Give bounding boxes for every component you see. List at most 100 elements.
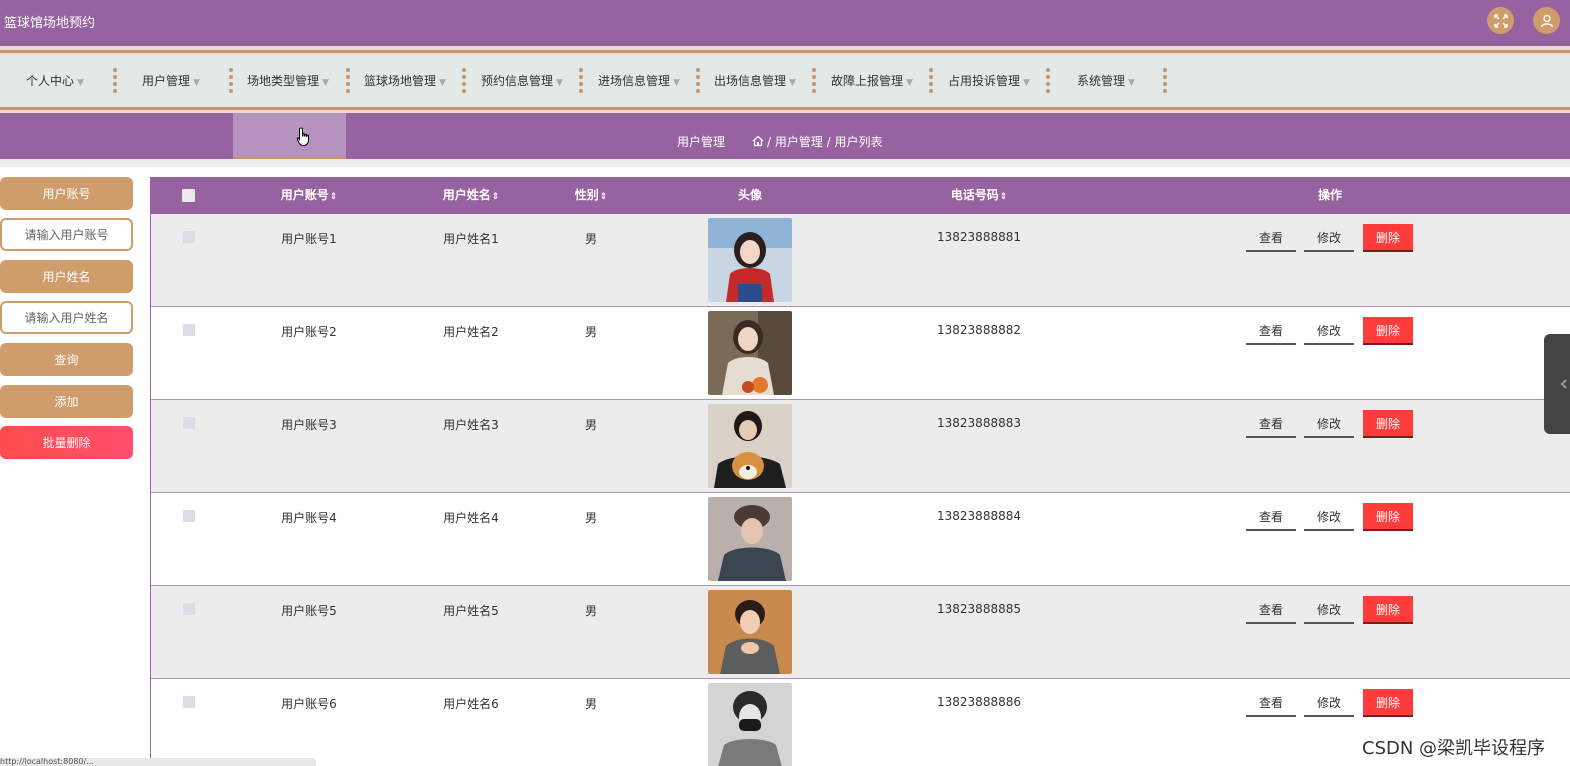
chevron-down-icon: ▼ <box>1128 78 1135 88</box>
table-row: 用户账号2 用户姓名2 男 13823888882 查看 修改 删除 <box>151 307 1570 400</box>
cell-account: 用户账号5 <box>281 604 337 618</box>
table-row: 用户账号1 用户姓名1 男 13823888881 查看 修改 删除 <box>151 214 1570 307</box>
table-row: 用户账号5 用户姓名5 男 13823888885 查看 修改 删除 <box>151 586 1570 679</box>
sort-icon[interactable]: ⇕ <box>600 192 608 202</box>
edit-button[interactable]: 修改 <box>1304 317 1354 345</box>
row-checkbox[interactable] <box>183 324 195 336</box>
view-button[interactable]: 查看 <box>1246 689 1296 717</box>
nav-item-complaint-management[interactable]: 占用投诉管理 ▼ <box>948 55 1030 107</box>
chevron-down-icon: ▼ <box>789 78 796 88</box>
sort-icon[interactable]: ⇕ <box>330 192 338 202</box>
watermark: CSDN @梁凯毕设程序 <box>1362 738 1546 759</box>
nav-label: 个人中心 <box>26 74 75 88</box>
nav-separator <box>1046 68 1050 94</box>
home-icon[interactable] <box>752 135 764 147</box>
sort-icon[interactable]: ⇕ <box>492 192 500 202</box>
nav-separator <box>462 68 466 94</box>
query-button[interactable]: 查询 <box>0 343 133 376</box>
table-row: 用户账号6 用户姓名6 男 13823888886 查看 修改 删除 <box>151 679 1570 766</box>
user-table: 用户账号⇕ 用户姓名⇕ 性别⇕ 头像 电话号码⇕ 操作 用户账号1 用户姓名1 … <box>150 177 1570 766</box>
account-label-button: 用户账号 <box>0 177 133 210</box>
side-collapse-handle[interactable] <box>1544 334 1570 434</box>
avatar[interactable] <box>708 683 792 766</box>
view-button[interactable]: 查看 <box>1246 503 1296 531</box>
nav-item-court-management[interactable]: 篮球场地管理 ▼ <box>364 55 446 107</box>
view-button[interactable]: 查看 <box>1246 317 1296 345</box>
header-label: 性别 <box>574 188 599 202</box>
table-row: 用户账号4 用户姓名4 男 13823888884 查看 修改 删除 <box>151 493 1570 586</box>
dropdown-hover-item[interactable] <box>233 113 346 159</box>
delete-button[interactable]: 删除 <box>1363 410 1413 438</box>
column-header-name[interactable]: 用户姓名⇕ <box>443 177 500 214</box>
fullscreen-icon[interactable] <box>1487 7 1514 34</box>
column-header-gender[interactable]: 性别⇕ <box>575 177 608 214</box>
breadcrumb: / 用户管理 / 用户列表 <box>752 133 883 150</box>
delete-button[interactable]: 删除 <box>1363 503 1413 531</box>
batch-delete-button[interactable]: 批量删除 <box>0 426 133 459</box>
nav-item-system-management[interactable]: 系统管理 ▼ <box>1077 55 1135 107</box>
avatar[interactable] <box>708 590 792 674</box>
chevron-down-icon: ▼ <box>1023 78 1030 88</box>
row-checkbox[interactable] <box>183 231 195 243</box>
nav-separator <box>696 68 700 94</box>
nav-label: 故障上报管理 <box>831 74 904 88</box>
column-header-account[interactable]: 用户账号⇕ <box>281 177 338 214</box>
top-bar: 篮球馆场地预约 <box>0 0 1570 46</box>
chevron-down-icon: ▼ <box>322 78 329 88</box>
cell-account: 用户账号2 <box>281 325 337 339</box>
delete-button[interactable]: 删除 <box>1363 317 1413 345</box>
select-all-checkbox[interactable] <box>182 189 195 202</box>
edit-button[interactable]: 修改 <box>1304 224 1354 252</box>
nav-item-venue-type-management[interactable]: 场地类型管理 ▼ <box>247 55 329 107</box>
chevron-down-icon: ▼ <box>193 78 200 88</box>
edit-button[interactable]: 修改 <box>1304 503 1354 531</box>
cell-account: 用户账号1 <box>281 232 337 246</box>
edit-button[interactable]: 修改 <box>1304 596 1354 624</box>
account-search-input[interactable] <box>0 218 133 251</box>
chevron-left-icon <box>1560 379 1567 389</box>
row-checkbox[interactable] <box>183 696 195 708</box>
nav-label: 篮球场地管理 <box>364 74 437 88</box>
cell-name: 用户姓名4 <box>443 511 499 525</box>
cell-name: 用户姓名3 <box>443 418 499 432</box>
nav-item-user-management[interactable]: 用户管理 ▼ <box>142 55 200 107</box>
delete-button[interactable]: 删除 <box>1363 224 1413 252</box>
view-button[interactable]: 查看 <box>1246 410 1296 438</box>
column-header-phone[interactable]: 电话号码⇕ <box>951 177 1008 214</box>
nav-item-fault-report-management[interactable]: 故障上报管理 ▼ <box>831 55 913 107</box>
add-button[interactable]: 添加 <box>0 385 133 418</box>
view-button[interactable]: 查看 <box>1246 596 1296 624</box>
avatar[interactable] <box>708 404 792 488</box>
nav-item-exit-management[interactable]: 出场信息管理 ▼ <box>714 55 796 107</box>
delete-button[interactable]: 删除 <box>1363 596 1413 624</box>
cell-name: 用户姓名5 <box>443 604 499 618</box>
edit-button[interactable]: 修改 <box>1304 410 1354 438</box>
avatar[interactable] <box>708 311 792 395</box>
chevron-down-icon: ▼ <box>439 78 446 88</box>
cell-gender: 男 <box>584 418 598 432</box>
header-label: 用户账号 <box>280 188 329 202</box>
row-checkbox[interactable] <box>183 603 195 615</box>
divider <box>0 159 1570 167</box>
name-search-input[interactable] <box>0 301 133 334</box>
nav-item-booking-management[interactable]: 预约信息管理 ▼ <box>481 55 563 107</box>
breadcrumb-path[interactable]: / 用户管理 / 用户列表 <box>767 135 883 149</box>
row-checkbox[interactable] <box>183 417 195 429</box>
edit-button[interactable]: 修改 <box>1304 689 1354 717</box>
sort-icon[interactable]: ⇕ <box>1000 192 1008 202</box>
nav-separator <box>579 68 583 94</box>
nav-item-personal-center[interactable]: 个人中心 ▼ <box>26 55 84 107</box>
row-checkbox[interactable] <box>183 510 195 522</box>
nav-item-entry-management[interactable]: 进场信息管理 ▼ <box>598 55 680 107</box>
avatar[interactable] <box>708 497 792 581</box>
user-icon[interactable] <box>1533 7 1560 34</box>
main-nav: 个人中心 ▼ 用户管理 ▼ 场地类型管理 ▼ 篮球场地管理 ▼ 预约信息管理 ▼ 进场信息… <box>0 55 1570 107</box>
view-button[interactable]: 查看 <box>1246 224 1296 252</box>
header-label: 头像 <box>737 188 763 202</box>
cell-phone: 13823888883 <box>937 416 1021 430</box>
cell-gender: 男 <box>584 697 598 711</box>
delete-button[interactable]: 删除 <box>1363 689 1413 717</box>
nav-separator <box>812 68 816 94</box>
avatar[interactable] <box>708 218 792 302</box>
cell-phone: 13823888882 <box>937 323 1021 337</box>
